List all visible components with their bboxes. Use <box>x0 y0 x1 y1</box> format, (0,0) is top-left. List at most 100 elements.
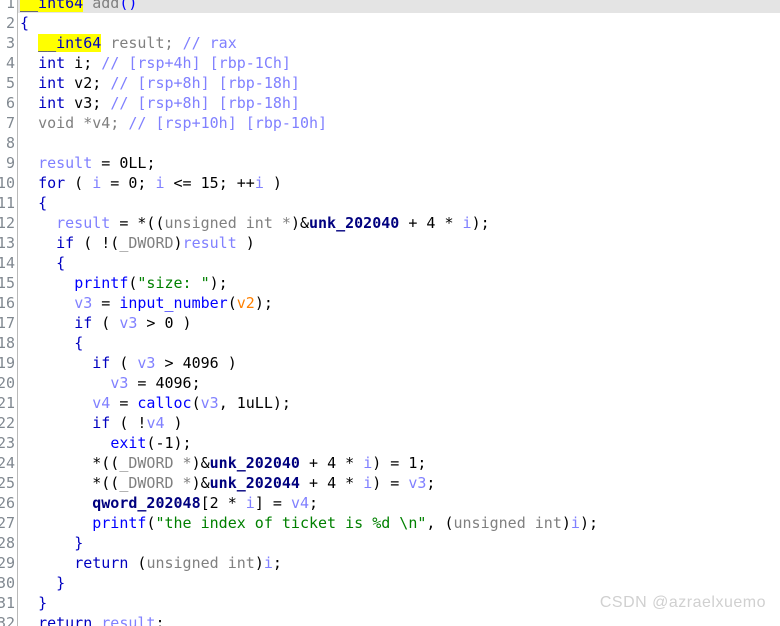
code-line[interactable]: if ( !(_DWORD)result ) <box>18 233 780 253</box>
line-number: 29 <box>0 554 15 572</box>
code-token: ) = <box>372 454 409 472</box>
code-token: ) <box>263 174 282 192</box>
code-token: unsigned int <box>453 514 562 532</box>
code-line[interactable]: if ( v3 > 4096 ) <box>18 353 780 373</box>
code-token: } <box>56 574 66 592</box>
line-number: 5 <box>5 74 15 92</box>
code-token: { <box>74 334 84 352</box>
code-token: > <box>155 354 183 372</box>
code-token: printf <box>92 514 147 532</box>
code-line[interactable]: printf("the index of ticket is %d \n", (… <box>18 513 780 533</box>
code-line[interactable]: *((_DWORD *)&unk_202044 + 4 * i) = v3; <box>18 473 780 493</box>
code-line[interactable]: { <box>18 253 780 273</box>
code-token: v3 <box>408 474 427 492</box>
code-token: ; <box>272 554 282 572</box>
code-token: ); <box>579 514 598 532</box>
code-line[interactable]: result = 0LL; <box>18 153 780 173</box>
line-number: 7 <box>5 114 15 132</box>
code-token: result <box>182 234 237 252</box>
code-line[interactable] <box>18 133 780 153</box>
code-line[interactable]: *((_DWORD *)&unk_202040 + 4 * i) = 1; <box>18 453 780 473</box>
line-number: 22 <box>0 414 15 432</box>
code-token: i <box>254 174 264 192</box>
code-line[interactable]: { <box>18 333 780 353</box>
code-token: ) = <box>372 474 409 492</box>
pseudocode-view[interactable]: 1 2 3 4 5 6 7 8 9 10 11 12 13 14 15 16 17 18 19 20 21 22 23 24 2… <box>0 0 780 626</box>
code-line[interactable]: } <box>18 533 780 553</box>
code-line[interactable]: result = *((unsigned int *)&unk_202040 +… <box>18 213 780 233</box>
line-number: 21 <box>0 394 15 412</box>
watermark: CSDN @azraelxuemo <box>599 594 766 611</box>
code-token: = <box>128 374 156 392</box>
line-number: 1 <box>5 0 15 12</box>
code-token: ; <box>155 614 165 626</box>
code-line[interactable]: __int64 result; // rax <box>18 33 780 53</box>
line-number: 27 <box>0 514 15 532</box>
code-token: for <box>38 174 66 192</box>
code-token: int <box>38 74 66 92</box>
code-token: v3; <box>65 94 111 112</box>
code-token: ; <box>417 454 427 472</box>
code-line[interactable]: int v2; // [rsp+8h] [rbp-18h] <box>18 73 780 93</box>
line-number: 26 <box>0 494 15 512</box>
code-line[interactable]: return result; <box>18 613 780 626</box>
code-token: // rax <box>182 34 237 52</box>
code-token: * <box>336 474 364 492</box>
code-token: ] = <box>254 494 291 512</box>
line-number: 31 <box>0 594 15 612</box>
code-line[interactable]: __int64 add() <box>18 0 780 13</box>
code-line[interactable]: for ( i = 0; i <= 15; ++i ) <box>18 173 780 193</box>
line-number: 4 <box>5 54 15 72</box>
code-token: __int64 <box>20 0 84 12</box>
code-token: v3 <box>200 394 219 412</box>
code-token: v3 <box>119 314 138 332</box>
code-line[interactable]: { <box>18 13 780 33</box>
code-line[interactable]: qword_202048[2 * i] = v4; <box>18 493 780 513</box>
code-line[interactable]: v4 = calloc(v3, 1uLL); <box>18 393 780 413</box>
code-line[interactable]: int i; // [rsp+4h] [rbp-1Ch] <box>18 53 780 73</box>
code-line[interactable]: } <box>18 573 780 593</box>
line-number: 10 <box>0 174 15 192</box>
code-token: v4 <box>290 494 309 512</box>
code-token: unsigned int * <box>164 214 291 232</box>
code-token: // <box>101 54 120 72</box>
code-line[interactable]: v3 = 4096; <box>18 373 780 393</box>
code-line[interactable]: if ( v3 > 0 ) <box>18 313 780 333</box>
code-line[interactable]: return (unsigned int)i; <box>18 553 780 573</box>
code-line[interactable]: if ( !v4 ) <box>18 413 780 433</box>
code-token: if <box>92 414 111 432</box>
code-token: ( <box>227 294 237 312</box>
line-number: 25 <box>0 474 15 492</box>
line-number: 3 <box>5 34 15 52</box>
code-token: result <box>56 214 111 232</box>
code-token: + <box>299 454 328 472</box>
code-token: * <box>218 494 246 512</box>
code-text-area[interactable]: __int64 add(){ __int64 result; // rax in… <box>18 0 780 626</box>
code-line[interactable]: void *v4; // [rsp+10h] [rbp-10h] <box>18 113 780 133</box>
code-line[interactable]: printf("size: "); <box>18 273 780 293</box>
code-line[interactable]: v3 = input_number(v2); <box>18 293 780 313</box>
line-number: 14 <box>0 254 15 272</box>
code-token: i <box>245 494 255 512</box>
code-token: if <box>92 354 111 372</box>
code-line[interactable]: int v3; // [rsp+8h] [rbp-18h] <box>18 93 780 113</box>
code-token: if <box>56 234 75 252</box>
code-line[interactable]: { <box>18 193 780 213</box>
code-token: *(( <box>20 454 120 472</box>
code-line[interactable]: exit(-1); <box>18 433 780 453</box>
code-token: __int64 <box>38 34 102 52</box>
code-token: )& <box>191 454 210 472</box>
code-token: = <box>110 394 138 412</box>
